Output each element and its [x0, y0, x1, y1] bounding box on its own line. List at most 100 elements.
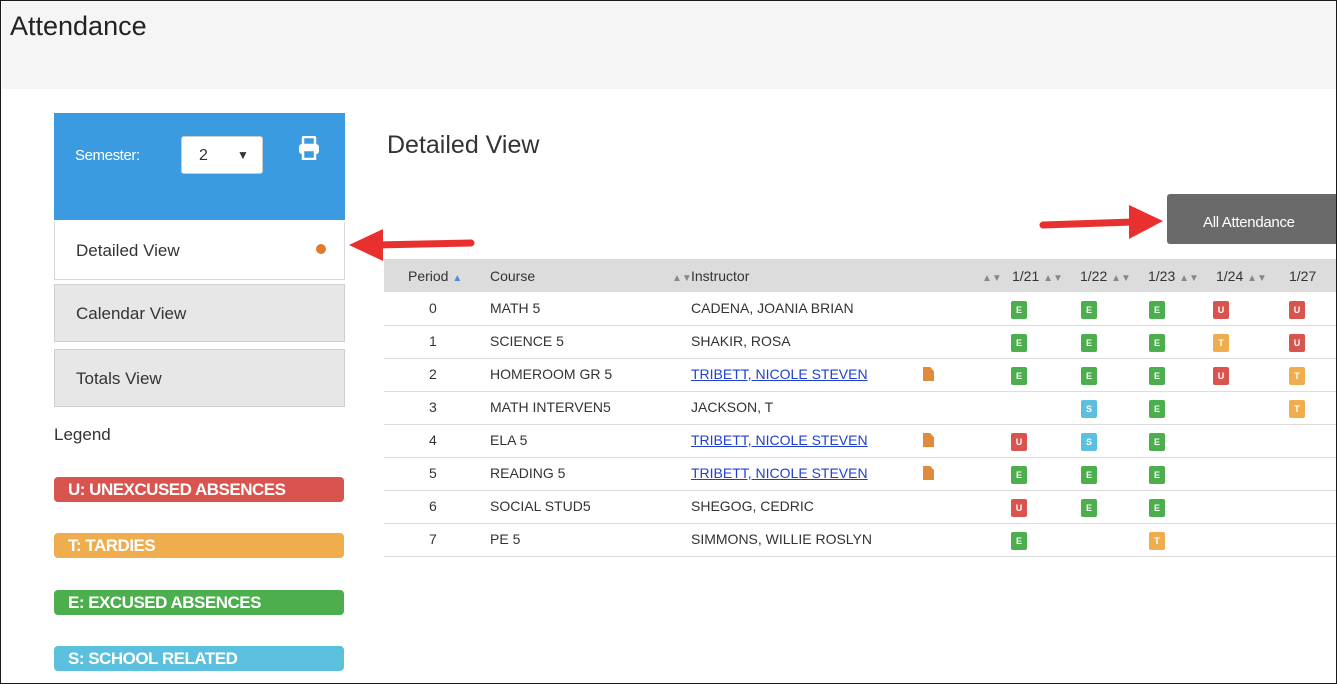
attendance-code-badge[interactable]: U [1213, 301, 1229, 319]
table-row: 2 HOMEROOM GR 5 TRIBETT, NICOLE STEVEN E E E U… [384, 358, 1336, 392]
period-cell: 5 [429, 465, 437, 481]
attendance-code-badge[interactable]: E [1011, 334, 1027, 352]
period-cell: 3 [429, 399, 437, 415]
attendance-code-badge[interactable]: E [1011, 466, 1027, 484]
column-header-period[interactable]: Period ▲ [408, 268, 462, 284]
app-frame: Attendance Semester: 2 ▼ Detailed View C… [0, 0, 1337, 684]
table-row: 3 MATH INTERVEN5 JACKSON, T S E T [384, 391, 1336, 425]
table-header: Period ▲ Course ▲▼ Instructor ▲▼ 1/21 ▲▼… [384, 259, 1336, 292]
attendance-code-badge[interactable]: T [1289, 400, 1305, 418]
active-indicator-dot [316, 244, 326, 254]
attendance-code-badge[interactable]: E [1011, 367, 1027, 385]
column-header-instructor[interactable]: Instructor [691, 268, 749, 284]
column-header-date-1[interactable]: 1/21 ▲▼ [1012, 268, 1063, 284]
sidebar-item-label: Calendar View [76, 304, 187, 323]
table-row: 4 ELA 5 TRIBETT, NICOLE STEVEN U S E [384, 424, 1336, 458]
legend-school-related-badge: S: SCHOOL RELATED [54, 646, 344, 671]
column-header-date-4[interactable]: 1/24 ▲▼ [1216, 268, 1267, 284]
annotation-arrow-left [349, 229, 475, 261]
document-icon[interactable] [923, 433, 934, 447]
period-cell: 0 [429, 300, 437, 316]
printer-icon[interactable] [298, 136, 320, 160]
period-cell: 7 [429, 531, 437, 547]
period-cell: 2 [429, 366, 437, 382]
attendance-code-badge[interactable]: E [1081, 466, 1097, 484]
attendance-code-badge[interactable]: S [1081, 400, 1097, 418]
instructor-cell: SHAKIR, ROSA [691, 333, 791, 349]
course-cell: READING 5 [490, 465, 566, 481]
column-header-date-2[interactable]: 1/22 ▲▼ [1080, 268, 1131, 284]
attendance-code-badge[interactable]: T [1289, 367, 1305, 385]
attendance-code-badge[interactable]: E [1149, 499, 1165, 517]
sort-icon: ▲▼ [982, 273, 1002, 284]
sidebar-item-detailed-view[interactable]: Detailed View [54, 222, 345, 280]
column-header-course[interactable]: Course [490, 268, 535, 284]
document-icon[interactable] [923, 466, 934, 480]
course-cell: MATH 5 [490, 300, 541, 316]
semester-select[interactable]: 2 ▼ [181, 136, 263, 174]
attendance-code-badge[interactable]: E [1149, 334, 1165, 352]
period-cell: 4 [429, 432, 437, 448]
attendance-code-badge[interactable]: E [1081, 301, 1097, 319]
attendance-code-badge[interactable]: T [1149, 532, 1165, 550]
attendance-code-badge[interactable]: E [1011, 301, 1027, 319]
instructor-link[interactable]: TRIBETT, NICOLE STEVEN [691, 366, 868, 382]
instructor-link[interactable]: TRIBETT, NICOLE STEVEN [691, 432, 868, 448]
course-cell: ELA 5 [490, 432, 528, 448]
attendance-code-badge[interactable]: T [1213, 334, 1229, 352]
attendance-code-badge[interactable]: E [1081, 334, 1097, 352]
attendance-code-badge[interactable]: U [1213, 367, 1229, 385]
course-cell: PE 5 [490, 531, 521, 547]
table-row: 6 SOCIAL STUD5 SHEGOG, CEDRIC U E E [384, 490, 1336, 524]
table-row: 5 READING 5 TRIBETT, NICOLE STEVEN E E E [384, 457, 1336, 491]
period-cell: 1 [429, 333, 437, 349]
attendance-code-badge[interactable]: E [1081, 367, 1097, 385]
table-row: 1 SCIENCE 5 SHAKIR, ROSA E E E T U [384, 325, 1336, 359]
semester-panel: Semester: 2 ▼ [54, 113, 345, 220]
column-header-date-5[interactable]: 1/27 [1289, 268, 1316, 284]
sidebar-item-label: Totals View [76, 369, 162, 388]
sort-asc-icon: ▲ [452, 273, 463, 284]
main-title: Detailed View [387, 131, 540, 159]
attendance-code-badge[interactable]: E [1149, 301, 1165, 319]
sidebar-item-label: Detailed View [76, 241, 180, 260]
table-row: 7 PE 5 SIMMONS, WILLIE ROSLYN E T [384, 523, 1336, 557]
attendance-code-badge[interactable]: E [1149, 466, 1165, 484]
page-header: Attendance [2, 1, 1336, 89]
attendance-code-badge[interactable]: U [1011, 433, 1027, 451]
instructor-link[interactable]: TRIBETT, NICOLE STEVEN [691, 465, 868, 481]
instructor-cell: CADENA, JOANIA BRIAN [691, 300, 854, 316]
course-cell: SCIENCE 5 [490, 333, 564, 349]
legend-unexcused-badge: U: UNEXCUSED ABSENCES [54, 477, 344, 502]
attendance-code-badge[interactable]: E [1081, 499, 1097, 517]
legend-tardies-badge: T: TARDIES [54, 533, 344, 558]
attendance-code-badge[interactable]: E [1011, 532, 1027, 550]
document-icon[interactable] [923, 367, 934, 381]
sidebar-item-totals-view[interactable]: Totals View [54, 349, 345, 407]
table-row: 0 MATH 5 CADENA, JOANIA BRIAN E E E U U [384, 292, 1336, 326]
column-header-date-3[interactable]: 1/23 ▲▼ [1148, 268, 1199, 284]
course-cell: SOCIAL STUD5 [490, 498, 591, 514]
legend-excused-badge: E: EXCUSED ABSENCES [54, 590, 344, 615]
sort-icon: ▲▼ [672, 273, 692, 284]
semester-label: Semester: [75, 147, 140, 164]
instructor-cell: SHEGOG, CEDRIC [691, 498, 814, 514]
course-cell: HOMEROOM GR 5 [490, 366, 613, 382]
course-cell: MATH INTERVEN5 [490, 399, 611, 415]
all-attendance-button[interactable]: All Attendance [1167, 194, 1336, 244]
attendance-code-badge[interactable]: E [1149, 367, 1165, 385]
attendance-code-badge[interactable]: S [1081, 433, 1097, 451]
instructor-cell: JACKSON, T [691, 399, 774, 415]
period-cell: 6 [429, 498, 437, 514]
chevron-down-icon: ▼ [237, 148, 249, 162]
attendance-code-badge[interactable]: U [1289, 301, 1305, 319]
attendance-code-badge[interactable]: U [1289, 334, 1305, 352]
semester-value: 2 [199, 147, 208, 164]
attendance-code-badge[interactable]: E [1149, 400, 1165, 418]
attendance-code-badge[interactable]: U [1011, 499, 1027, 517]
instructor-cell: SIMMONS, WILLIE ROSLYN [691, 531, 872, 547]
sidebar-item-calendar-view[interactable]: Calendar View [54, 284, 345, 342]
annotation-arrow-right [1039, 205, 1163, 239]
attendance-code-badge[interactable]: E [1149, 433, 1165, 451]
page-title: Attendance [10, 11, 147, 41]
